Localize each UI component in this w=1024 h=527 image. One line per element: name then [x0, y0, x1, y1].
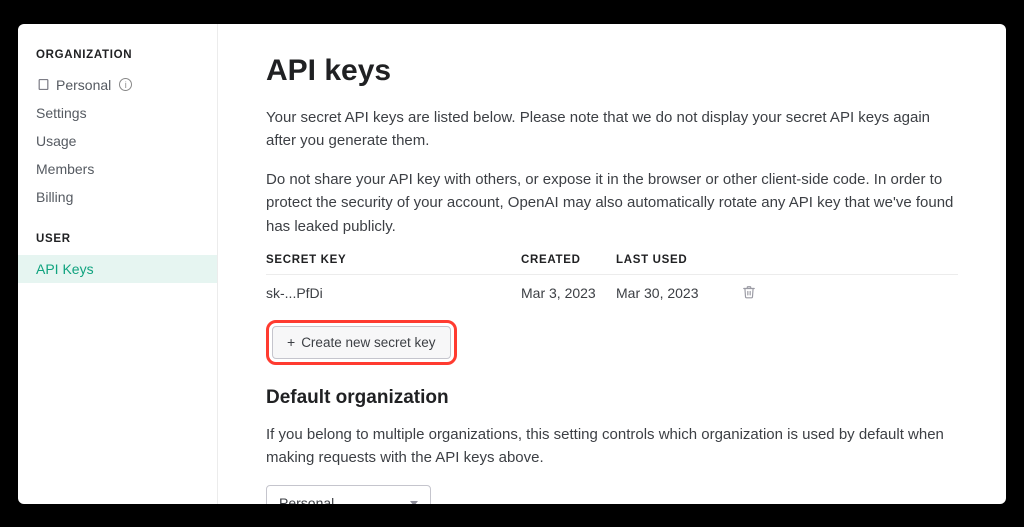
table-row: sk-...PfDi Mar 3, 2023 Mar 30, 2023: [266, 275, 958, 312]
sidebar-item-billing[interactable]: Billing: [18, 183, 217, 211]
app-window: ORGANIZATION Personal i Settings Usage M…: [18, 24, 1006, 504]
create-secret-key-button[interactable]: + Create new secret key: [272, 326, 451, 359]
intro-paragraph-2: Do not share your API key with others, o…: [266, 168, 958, 238]
sidebar-user-block: USER API Keys: [18, 233, 217, 283]
create-key-highlight: + Create new secret key: [266, 320, 457, 365]
default-org-title: Default organization: [266, 387, 958, 409]
intro-paragraph-1: Your secret API keys are listed below. P…: [266, 106, 958, 153]
create-button-label: Create new secret key: [301, 335, 435, 350]
table-header-row: SECRET KEY CREATED LAST USED: [266, 254, 958, 275]
sidebar-item-api-keys[interactable]: API Keys: [18, 255, 217, 283]
sidebar-item-label: API Keys: [36, 261, 94, 277]
sidebar-item-label: Usage: [36, 133, 76, 149]
sidebar-item-usage[interactable]: Usage: [18, 127, 217, 155]
select-value: Personal: [279, 495, 334, 503]
col-header-secret-key: SECRET KEY: [266, 254, 521, 266]
sidebar-item-label: Settings: [36, 105, 87, 121]
default-org-text: If you belong to multiple organizations,…: [266, 423, 958, 470]
sidebar-item-label: Billing: [36, 189, 73, 205]
building-icon: [36, 78, 50, 92]
plus-icon: +: [287, 335, 295, 349]
page-title: API keys: [266, 54, 958, 88]
cell-created: Mar 3, 2023: [521, 285, 616, 301]
sidebar-item-settings[interactable]: Settings: [18, 99, 217, 127]
sidebar-item-personal[interactable]: Personal i: [18, 71, 217, 99]
info-icon[interactable]: i: [119, 78, 132, 91]
main-content: API keys Your secret API keys are listed…: [218, 24, 1006, 504]
api-keys-table: SECRET KEY CREATED LAST USED sk-...PfDi …: [266, 254, 958, 312]
default-org-select[interactable]: Personal: [266, 485, 431, 503]
col-header-action: [726, 254, 756, 266]
sidebar: ORGANIZATION Personal i Settings Usage M…: [18, 24, 218, 504]
sidebar-heading-user: USER: [18, 233, 217, 255]
sidebar-org-block: ORGANIZATION Personal i Settings Usage M…: [18, 49, 217, 211]
col-header-last-used: LAST USED: [616, 254, 726, 266]
chevron-down-icon: [410, 501, 418, 504]
sidebar-item-label: Members: [36, 161, 94, 177]
sidebar-item-label: Personal: [56, 77, 111, 93]
sidebar-item-members[interactable]: Members: [18, 155, 217, 183]
delete-key-button[interactable]: [726, 285, 756, 302]
sidebar-heading-org: ORGANIZATION: [18, 49, 217, 71]
cell-last-used: Mar 30, 2023: [616, 285, 726, 301]
col-header-created: CREATED: [521, 254, 616, 266]
cell-secret-key: sk-...PfDi: [266, 285, 521, 301]
